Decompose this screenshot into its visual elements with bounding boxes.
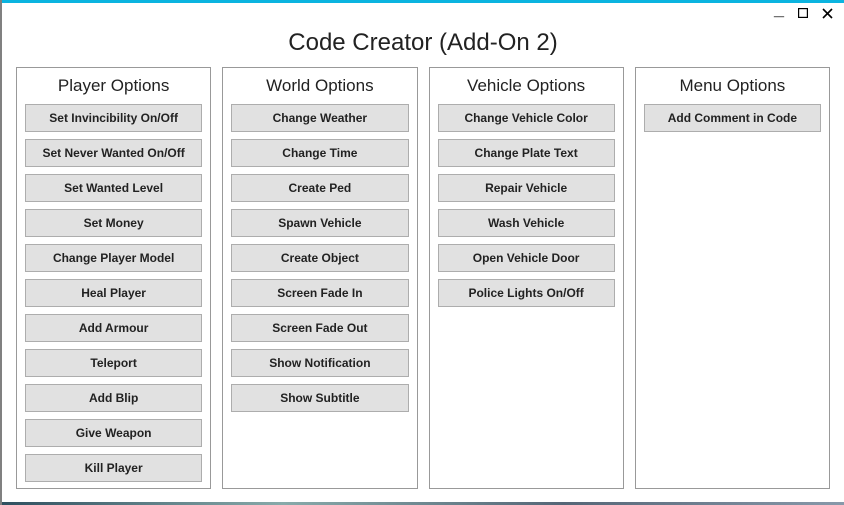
app-title: Code Creator (Add-On 2) [2,23,844,67]
maximize-icon [798,8,808,18]
show-notification-button[interactable]: Show Notification [231,349,408,377]
set-invincibility-button[interactable]: Set Invincibility On/Off [25,104,202,132]
change-plate-text-button[interactable]: Change Plate Text [438,139,615,167]
wash-vehicle-button[interactable]: Wash Vehicle [438,209,615,237]
panels-row: Player Options Set Invincibility On/Off … [2,67,844,489]
set-never-wanted-button[interactable]: Set Never Wanted On/Off [25,139,202,167]
close-icon [822,8,833,19]
change-time-button[interactable]: Change Time [231,139,408,167]
add-blip-button[interactable]: Add Blip [25,384,202,412]
panel-player-options: Player Options Set Invincibility On/Off … [16,67,211,489]
show-subtitle-button[interactable]: Show Subtitle [231,384,408,412]
heal-player-button[interactable]: Heal Player [25,279,202,307]
panel-title-vehicle: Vehicle Options [438,74,615,104]
open-vehicle-door-button[interactable]: Open Vehicle Door [438,244,615,272]
panel-title-world: World Options [231,74,408,104]
screen-fade-out-button[interactable]: Screen Fade Out [231,314,408,342]
maximize-button[interactable] [794,5,812,21]
repair-vehicle-button[interactable]: Repair Vehicle [438,174,615,202]
close-button[interactable] [818,5,836,21]
panel-title-menu: Menu Options [644,74,821,104]
player-buttons-list: Set Invincibility On/Off Set Never Wante… [25,104,202,482]
create-object-button[interactable]: Create Object [231,244,408,272]
vehicle-buttons-list: Change Vehicle Color Change Plate Text R… [438,104,615,307]
screen-fade-in-button[interactable]: Screen Fade In [231,279,408,307]
change-vehicle-color-button[interactable]: Change Vehicle Color [438,104,615,132]
change-weather-button[interactable]: Change Weather [231,104,408,132]
give-weapon-button[interactable]: Give Weapon [25,419,202,447]
window-title-bar: _ [2,3,844,23]
set-money-button[interactable]: Set Money [25,209,202,237]
add-comment-button[interactable]: Add Comment in Code [644,104,821,132]
teleport-button[interactable]: Teleport [25,349,202,377]
spawn-vehicle-button[interactable]: Spawn Vehicle [231,209,408,237]
set-wanted-level-button[interactable]: Set Wanted Level [25,174,202,202]
kill-player-button[interactable]: Kill Player [25,454,202,482]
add-armour-button[interactable]: Add Armour [25,314,202,342]
panel-world-options: World Options Change Weather Change Time… [222,67,417,489]
minimize-button[interactable]: _ [770,1,788,17]
panel-title-player: Player Options [25,74,202,104]
world-buttons-list: Change Weather Change Time Create Ped Sp… [231,104,408,412]
panel-menu-options: Menu Options Add Comment in Code [635,67,830,489]
create-ped-button[interactable]: Create Ped [231,174,408,202]
menu-buttons-list: Add Comment in Code [644,104,821,132]
change-player-model-button[interactable]: Change Player Model [25,244,202,272]
police-lights-button[interactable]: Police Lights On/Off [438,279,615,307]
panel-vehicle-options: Vehicle Options Change Vehicle Color Cha… [429,67,624,489]
